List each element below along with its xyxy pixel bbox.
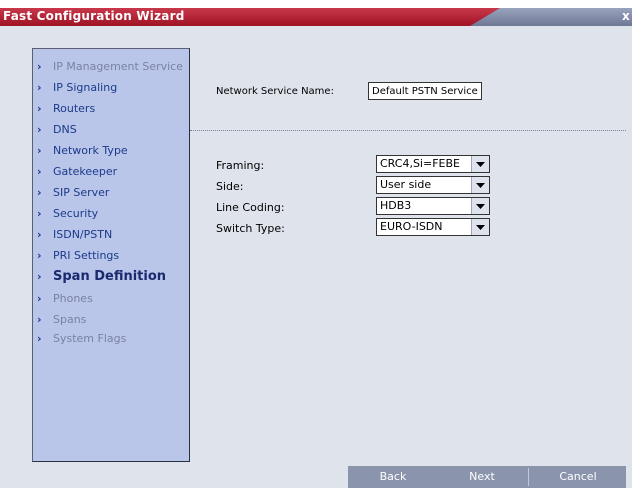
sidebar-item-routers[interactable]: › Routers	[33, 99, 95, 117]
chevron-right-icon: ›	[37, 59, 42, 73]
chevron-down-icon[interactable]	[471, 177, 489, 193]
sidebar-item-label: Phones	[53, 291, 93, 305]
switch-type-label: Switch Type:	[216, 222, 285, 235]
window-titlebar: Fast Configuration Wizard x	[0, 0, 632, 26]
sidebar-item-label: IP Signaling	[53, 80, 118, 94]
line-coding-label: Line Coding:	[216, 201, 285, 214]
sidebar-item-label: SIP Server	[53, 185, 110, 199]
sidebar-item-spans[interactable]: › Spans	[33, 310, 86, 328]
chevron-right-icon: ›	[37, 331, 42, 345]
back-button[interactable]: Back	[348, 466, 438, 488]
sidebar-item-label: ISDN/PSTN	[53, 227, 113, 241]
sidebar-item-label: Security	[53, 206, 99, 220]
sidebar-item-security[interactable]: › Security	[33, 204, 98, 222]
next-button[interactable]: Next	[437, 466, 527, 488]
sidebar-item-label: Network Type	[53, 143, 128, 157]
chevron-right-icon: ›	[37, 185, 42, 199]
sidebar-item-span-definition[interactable]: › Span Definition	[33, 267, 166, 285]
sidebar-item-ip-signaling[interactable]: › IP Signaling	[33, 78, 117, 96]
window-title: Fast Configuration Wizard	[3, 9, 185, 23]
sidebar-item-isdn-pstn[interactable]: › ISDN/PSTN	[33, 225, 112, 243]
network-service-name-field[interactable]: Default PSTN Service	[368, 82, 482, 100]
side-select[interactable]: User side	[376, 176, 490, 194]
chevron-right-icon: ›	[37, 312, 42, 326]
side-label: Side:	[216, 180, 244, 193]
switch-type-select[interactable]: EURO-ISDN	[376, 218, 490, 236]
chevron-down-icon[interactable]	[471, 156, 489, 172]
chevron-right-icon: ›	[37, 206, 42, 220]
chevron-right-icon: ›	[37, 248, 42, 262]
line-coding-select-value: HDB3	[380, 199, 412, 212]
chevron-down-icon[interactable]	[471, 198, 489, 214]
sidebar-item-gatekeeper[interactable]: › Gatekeeper	[33, 162, 117, 180]
chevron-down-icon[interactable]	[471, 219, 489, 235]
button-divider	[528, 468, 529, 486]
section-divider	[190, 130, 626, 131]
sidebar-item-pri-settings[interactable]: › PRI Settings	[33, 246, 119, 264]
sidebar-item-network-type[interactable]: › Network Type	[33, 141, 128, 159]
network-service-name-label: Network Service Name:	[216, 86, 334, 97]
chevron-right-icon: ›	[37, 227, 42, 241]
cancel-button[interactable]: Cancel	[530, 466, 626, 488]
sidebar-item-ip-management-service[interactable]: › IP Management Service	[33, 57, 183, 75]
sidebar-item-label: DNS	[53, 122, 77, 136]
wizard-content-panel	[190, 48, 626, 460]
wizard-steps-sidebar: › IP Management Service › IP Signaling ›…	[32, 48, 190, 462]
chevron-right-icon: ›	[37, 291, 42, 305]
sidebar-item-sip-server[interactable]: › SIP Server	[33, 183, 109, 201]
sidebar-item-label: PRI Settings	[53, 248, 120, 262]
sidebar-item-label: System Flags	[53, 331, 127, 345]
framing-label: Framing:	[216, 159, 265, 172]
chevron-right-icon: ›	[37, 143, 42, 157]
chevron-right-icon: ›	[37, 80, 42, 94]
switch-type-select-value: EURO-ISDN	[380, 220, 443, 233]
sidebar-item-label: Spans	[53, 312, 87, 326]
sidebar-item-system-flags[interactable]: › System Flags	[33, 329, 126, 347]
chevron-right-icon: ›	[37, 101, 42, 115]
side-select-value: User side	[380, 178, 432, 191]
sidebar-item-label: Span Definition	[53, 268, 167, 284]
chevron-right-icon: ›	[37, 122, 42, 136]
chevron-right-icon: ›	[37, 164, 42, 178]
close-button[interactable]: x	[622, 9, 630, 23]
sidebar-item-dns[interactable]: › DNS	[33, 120, 77, 138]
framing-select[interactable]: CRC4,Si=FEBE	[376, 155, 490, 173]
sidebar-item-label: IP Management Service	[53, 59, 183, 73]
sidebar-item-label: Gatekeeper	[53, 164, 118, 178]
framing-select-value: CRC4,Si=FEBE	[380, 157, 460, 170]
sidebar-item-phones[interactable]: › Phones	[33, 289, 93, 307]
chevron-right-icon: ›	[37, 269, 42, 283]
line-coding-select[interactable]: HDB3	[376, 197, 490, 215]
sidebar-item-label: Routers	[53, 101, 96, 115]
